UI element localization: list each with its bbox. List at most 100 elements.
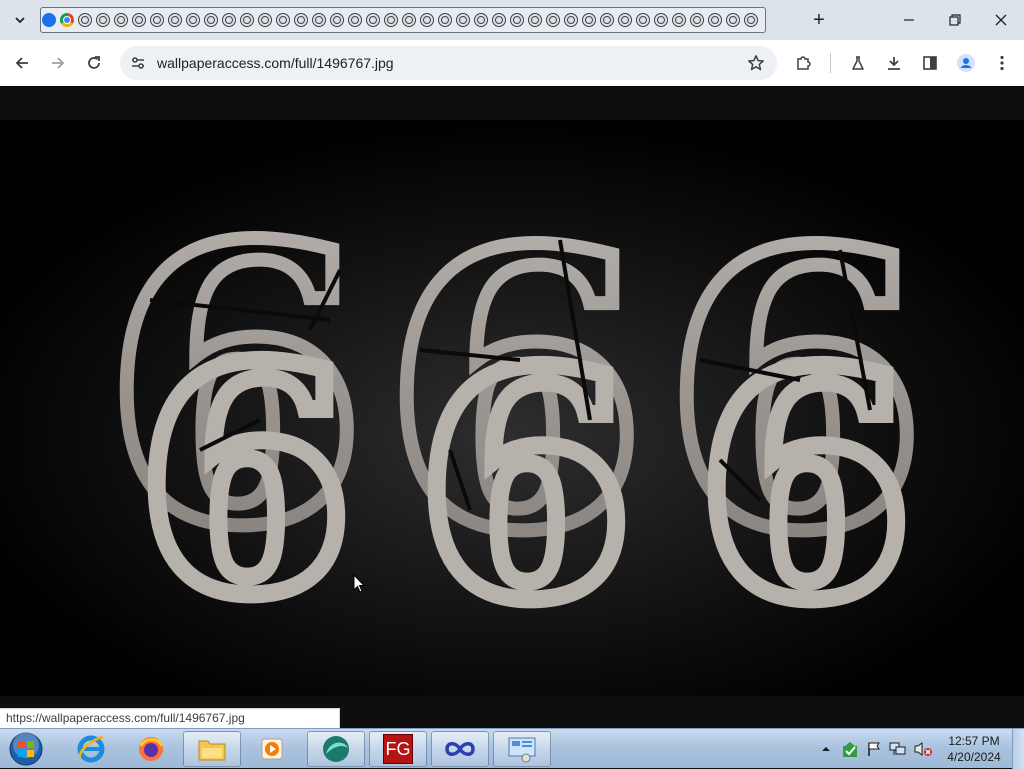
taskbar-firefox[interactable] xyxy=(122,731,180,767)
taskbar: FG 12:57 PM 4/20/2024 xyxy=(0,728,1024,769)
taskbar-file-explorer[interactable] xyxy=(183,731,241,767)
tab-favicon-icon[interactable] xyxy=(546,13,560,27)
taskbar-control-panel[interactable] xyxy=(493,731,551,767)
chevron-up-icon xyxy=(822,747,830,751)
tune-icon xyxy=(132,57,144,69)
tray-network[interactable] xyxy=(888,731,908,767)
tab-favicon-icon[interactable] xyxy=(258,13,272,27)
taskbar-clock[interactable]: 12:57 PM 4/20/2024 xyxy=(940,733,1008,765)
tab-favicon-icon[interactable] xyxy=(150,13,164,27)
browser-toolbar: wallpaperaccess.com/full/1496767.jpg xyxy=(0,40,1024,86)
tab-favicon-icon[interactable] xyxy=(672,13,686,27)
taskbar-internet-explorer[interactable] xyxy=(62,731,120,767)
tab-favicon-icon[interactable] xyxy=(708,13,722,27)
reload-button[interactable] xyxy=(80,49,108,77)
tab-favicon-icon[interactable] xyxy=(294,13,308,27)
tab-favicon-icon[interactable] xyxy=(366,13,380,27)
flag-icon xyxy=(868,742,880,756)
tray-volume[interactable] xyxy=(912,731,934,767)
tray-overflow-button[interactable] xyxy=(818,731,834,767)
tab-favicon-icon[interactable] xyxy=(528,13,542,27)
tab-favicon-icon[interactable] xyxy=(492,13,506,27)
tab-favicon-icon[interactable] xyxy=(654,13,668,27)
side-panel-icon xyxy=(923,56,937,70)
side-panel-button[interactable] xyxy=(916,49,944,77)
taskbar-fg-app[interactable]: FG xyxy=(369,731,427,767)
tab-favicon-icon[interactable] xyxy=(114,13,128,27)
shield-check-icon xyxy=(843,742,857,757)
tray-security[interactable] xyxy=(840,731,860,767)
cursor-arrow-icon xyxy=(353,573,366,593)
tab-favicon-icon[interactable] xyxy=(474,13,488,27)
bookmark-star-button[interactable] xyxy=(745,52,767,74)
infinity-app-icon xyxy=(445,742,475,756)
tab-favicon-icon[interactable] xyxy=(330,13,344,27)
tab-favicon-icon[interactable] xyxy=(744,13,758,27)
tab-favicon-icon[interactable] xyxy=(312,13,326,27)
tab-favicon-icon[interactable] xyxy=(96,13,110,27)
tab-favicon-icon[interactable] xyxy=(510,13,524,27)
taskbar-media-player[interactable] xyxy=(243,731,301,767)
star-icon xyxy=(748,55,764,71)
tab-favicon-icon[interactable] xyxy=(600,13,614,27)
tab-favicon-icon[interactable] xyxy=(240,13,254,27)
internet-explorer-icon xyxy=(77,735,105,763)
restore-button[interactable] xyxy=(932,0,978,40)
tab-favicon-icon[interactable] xyxy=(582,13,596,27)
wallpaper-image[interactable]: 666666 xyxy=(0,120,1024,696)
tab-favicon-icon[interactable] xyxy=(402,13,416,27)
site-info-button[interactable] xyxy=(128,53,148,73)
minimize-button[interactable] xyxy=(886,0,932,40)
wallpaper-art: 66 66 66 xyxy=(0,120,1024,696)
new-tab-button[interactable]: + xyxy=(808,9,830,31)
taskbar-teal-app[interactable] xyxy=(307,731,365,767)
tray-action-center[interactable] xyxy=(864,731,884,767)
speaker-muted-icon xyxy=(914,742,932,756)
address-bar[interactable]: wallpaperaccess.com/full/1496767.jpg xyxy=(120,46,777,80)
tab-search-button[interactable] xyxy=(8,8,32,32)
labs-button[interactable] xyxy=(844,49,872,77)
tab-favicon-icon[interactable] xyxy=(168,13,182,27)
tab-favicon-icon[interactable] xyxy=(222,13,236,27)
more-vert-icon xyxy=(1000,55,1004,71)
tab-favicon-icon[interactable] xyxy=(690,13,704,27)
tab-favicon-icon[interactable] xyxy=(438,13,452,27)
tab-favicon-icon[interactable] xyxy=(276,13,290,27)
network-icon xyxy=(889,742,906,755)
tab-favicon-icon[interactable] xyxy=(618,13,632,27)
tab-favicon-icon[interactable] xyxy=(564,13,578,27)
tab-strip: + xyxy=(0,0,1024,40)
tab-favicon-icon[interactable] xyxy=(132,13,146,27)
address-text[interactable]: wallpaperaccess.com/full/1496767.jpg xyxy=(157,55,394,71)
tab-favicon-icon[interactable] xyxy=(348,13,362,27)
close-button[interactable] xyxy=(978,0,1024,40)
tab-favicon-icon[interactable] xyxy=(456,13,470,27)
chrome-tab-favicon-icon[interactable] xyxy=(60,13,74,27)
tab-favicon-icon[interactable] xyxy=(78,13,92,27)
download-icon xyxy=(888,57,900,70)
clock-time: 12:57 PM xyxy=(948,734,1000,748)
tab-favicon-icon[interactable] xyxy=(420,13,434,27)
tab-favicon-icon[interactable] xyxy=(384,13,398,27)
back-button[interactable] xyxy=(8,49,36,77)
avatar-icon xyxy=(957,54,975,72)
back-arrow-icon xyxy=(15,57,28,69)
downloads-button[interactable] xyxy=(880,49,908,77)
clock-date: 4/20/2024 xyxy=(947,750,1001,764)
extensions-button[interactable] xyxy=(790,49,818,77)
mouse-cursor xyxy=(353,573,366,599)
forward-button[interactable] xyxy=(44,49,72,77)
tab-favicon-icon[interactable] xyxy=(204,13,218,27)
tab-favicon-icon[interactable] xyxy=(726,13,740,27)
tab-favicon-icon[interactable] xyxy=(186,13,200,27)
profile-button[interactable] xyxy=(952,49,980,77)
start-orb-icon xyxy=(9,732,43,766)
start-button[interactable] xyxy=(7,732,45,766)
taskbar-infinity-app[interactable] xyxy=(431,731,489,767)
show-desktop-button[interactable] xyxy=(1012,729,1024,769)
menu-button[interactable] xyxy=(988,49,1016,77)
forward-arrow-icon xyxy=(52,57,65,69)
tab-favicon-icon[interactable] xyxy=(42,13,56,27)
tab-favicon-icon[interactable] xyxy=(636,13,650,27)
tabs-row[interactable] xyxy=(40,7,766,33)
